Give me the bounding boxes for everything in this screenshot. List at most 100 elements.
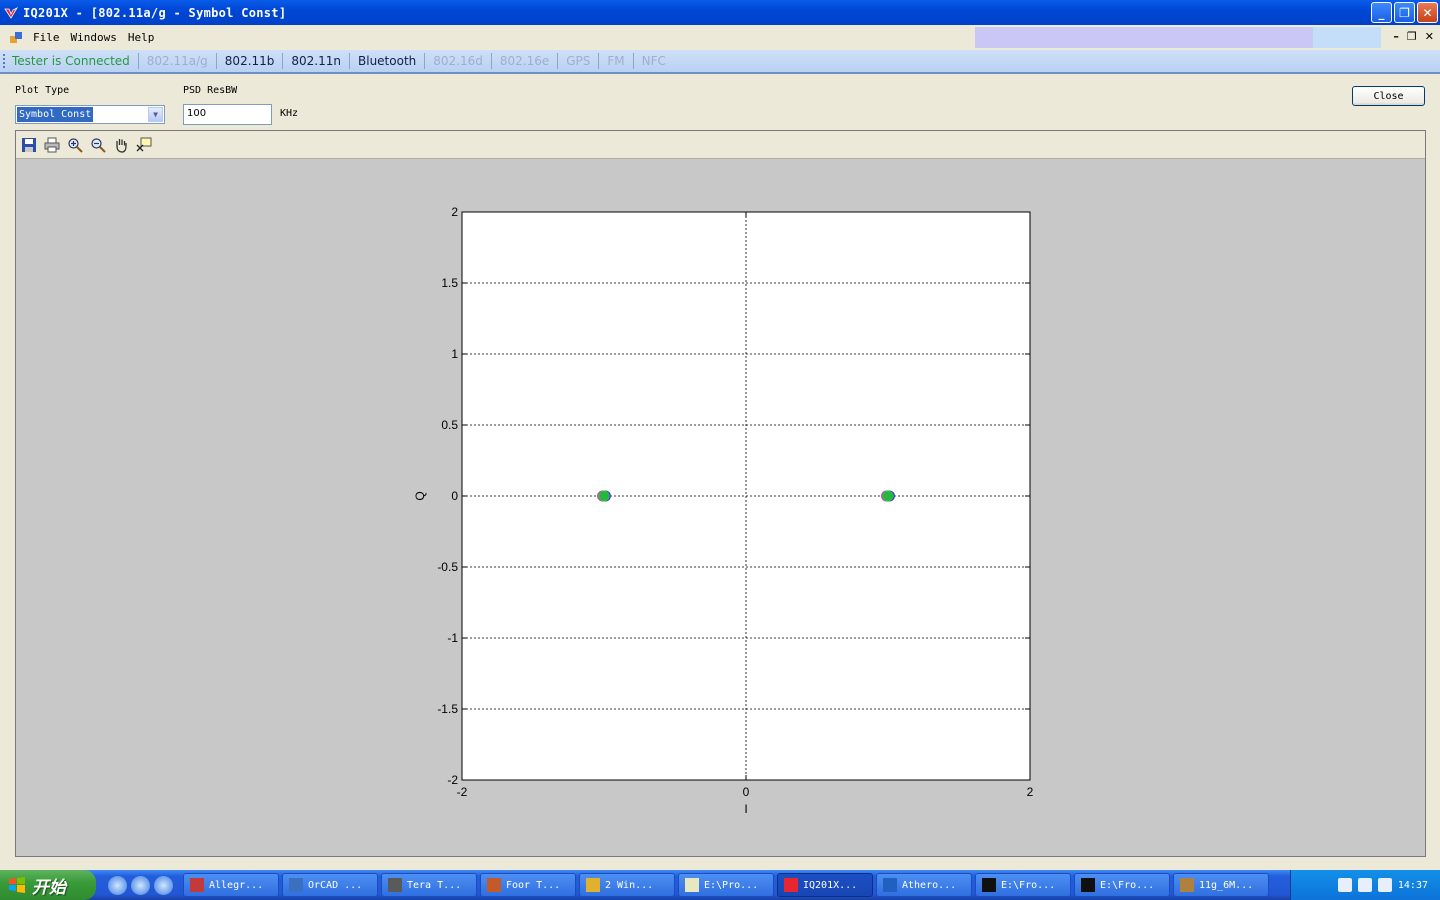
plot-type-value: Symbol Const [17, 107, 94, 122]
cmd-2-icon [1081, 878, 1095, 892]
taskbar-item-orcad[interactable]: OrCAD ... [282, 873, 378, 897]
tab-802-16e[interactable]: 802.16e [492, 53, 559, 69]
start-button[interactable]: 开始 [0, 870, 96, 900]
tab-802-16d[interactable]: 802.16d [425, 53, 492, 69]
plot-frame: -2 -1.5 -1 -0.5 0 0.5 1 1.5 2 -2 0 2 I Q [15, 130, 1426, 857]
menu-bar: File Windows Help – ❐ ✕ [0, 25, 1440, 50]
clock[interactable]: 14:37 [1398, 880, 1428, 891]
tab-gps[interactable]: GPS [558, 53, 600, 69]
taskbar-item-label: Athero... [902, 879, 957, 891]
chevron-down-icon[interactable]: ▼ [148, 107, 163, 122]
iq201x-icon [784, 878, 798, 892]
taskbar-item-label: E:\Fro... [1001, 879, 1056, 891]
network-icon[interactable] [1377, 878, 1392, 892]
internet-explorer-icon[interactable] [131, 875, 150, 895]
tab-802-11b[interactable]: 802.11b [217, 53, 284, 69]
windows-logo-icon [9, 877, 25, 893]
symbol-constellation-chart[interactable]: -2-1.5-1-0.500.511.52-2 0 2IQ [16, 131, 1425, 856]
taskbar-item-iq201x[interactable]: IQ201X... [777, 873, 873, 897]
taskbar: 开始 Allegr... OrCAD ... Tera T... Foor T... 2… [0, 870, 1440, 900]
technology-tab-strip: Tester is Connected 802.11a/g 802.11b 80… [0, 50, 1440, 74]
y-tick-label: 2 [451, 205, 458, 219]
taskbar-item-label: E:\Pro... [704, 879, 759, 891]
child-restore-icon[interactable]: ❐ [1407, 30, 1417, 43]
taskbar-item-11g-6m[interactable]: 11g_6M... [1173, 873, 1269, 897]
psd-resbw-label: PSD ResBW [183, 85, 238, 96]
close-window-button[interactable]: ✕ [1417, 2, 1438, 23]
taskbar-item-label: Tera T... [407, 879, 462, 891]
y-tick-label: -1 [447, 631, 458, 645]
tera-term-icon [388, 878, 402, 892]
constellation-point [882, 490, 894, 502]
y-tick-label: 1 [451, 347, 458, 361]
minimize-icon: _ [1378, 5, 1385, 20]
restore-button[interactable]: ❐ [1394, 2, 1415, 23]
title-bar[interactable]: IQ201X - [802.11a/g - Symbol Const] _ ❐ … [0, 0, 1440, 25]
y-tick-label: 0.5 [441, 418, 458, 432]
taskbar-item-atheros[interactable]: Athero... [876, 873, 972, 897]
y-tick-label: 0 [451, 489, 458, 503]
constellation-point [598, 490, 610, 502]
restore-icon: ❐ [1399, 5, 1410, 20]
y-axis-label: Q [413, 491, 427, 500]
app-logo-icon [4, 6, 19, 19]
taskbar-item-windows-explorer[interactable]: 2 Win... [579, 873, 675, 897]
close-button[interactable]: Close [1352, 86, 1425, 106]
close-icon: ✕ [1422, 5, 1433, 20]
y-tick-label: -0.5 [437, 560, 458, 574]
taskbar-item-allegro[interactable]: Allegr... [183, 873, 279, 897]
atheros-icon [883, 878, 897, 892]
window-title: IQ201X - [802.11a/g - Symbol Const] [23, 5, 287, 20]
11g-6m-icon [1180, 878, 1194, 892]
psd-resbw-input[interactable]: 100 [183, 104, 272, 125]
y-tick-label: 1.5 [441, 276, 458, 290]
x-axis-label: I [744, 802, 747, 816]
menu-bar-highlight-right [1313, 27, 1381, 48]
taskbar-item-cmd-2[interactable]: E:\Fro... [1074, 873, 1170, 897]
child-close-icon[interactable]: ✕ [1425, 30, 1434, 43]
allegro-icon [190, 878, 204, 892]
connection-status: Tester is Connected [6, 53, 139, 69]
help-center-icon[interactable] [108, 875, 127, 895]
taskbar-item-foor[interactable]: Foor T... [480, 873, 576, 897]
plot-type-select[interactable]: Symbol Const ▼ [15, 105, 165, 124]
cmd-1-icon [982, 878, 996, 892]
keyboard-icon[interactable] [1337, 878, 1352, 892]
y-tick-label: -1.5 [437, 702, 458, 716]
child-minimize-icon[interactable]: – [1393, 30, 1399, 43]
notepad-icon [685, 878, 699, 892]
taskbar-item-label: OrCAD ... [308, 879, 363, 891]
help-tray-icon[interactable] [1357, 878, 1372, 892]
foor-icon [487, 878, 501, 892]
x-tick-label: 0 [743, 785, 750, 799]
plot-type-label: Plot Type [15, 85, 70, 96]
system-tray: 14:37 [1290, 870, 1440, 900]
menu-file[interactable]: File [33, 31, 60, 44]
taskbar-item-label: E:\Fro... [1100, 879, 1155, 891]
tab-bluetooth[interactable]: Bluetooth [350, 53, 426, 69]
taskbar-item-label: Foor T... [506, 879, 561, 891]
tab-802-11ag[interactable]: 802.11a/g [139, 53, 217, 69]
menu-help[interactable]: Help [128, 31, 155, 44]
taskbar-item-cmd-1[interactable]: E:\Fro... [975, 873, 1071, 897]
taskbar-item-label: 11g_6M... [1199, 879, 1254, 891]
psd-unit-label: KHz [280, 108, 299, 119]
child-window-icon[interactable] [9, 31, 23, 45]
tab-802-11n[interactable]: 802.11n [283, 53, 350, 69]
start-label: 开始 [32, 877, 66, 898]
taskbar-item-label: IQ201X... [803, 879, 858, 891]
taskbar-item-label: Allegr... [209, 879, 264, 891]
quick-launch [108, 875, 173, 895]
menu-bar-highlight [975, 27, 1313, 48]
browser-icon[interactable] [154, 875, 173, 895]
taskbar-item-label: 2 Win... [605, 879, 654, 891]
x-tick-label: -2 [457, 785, 468, 799]
tab-nfc[interactable]: NFC [634, 53, 674, 69]
taskbar-item-tera-term[interactable]: Tera T... [381, 873, 477, 897]
tab-fm[interactable]: FM [599, 53, 634, 69]
menu-windows[interactable]: Windows [71, 31, 117, 44]
windows-explorer-icon [586, 878, 600, 892]
x-tick-label: 2 [1027, 785, 1034, 799]
taskbar-item-notepad[interactable]: E:\Pro... [678, 873, 774, 897]
minimize-button[interactable]: _ [1371, 2, 1392, 23]
